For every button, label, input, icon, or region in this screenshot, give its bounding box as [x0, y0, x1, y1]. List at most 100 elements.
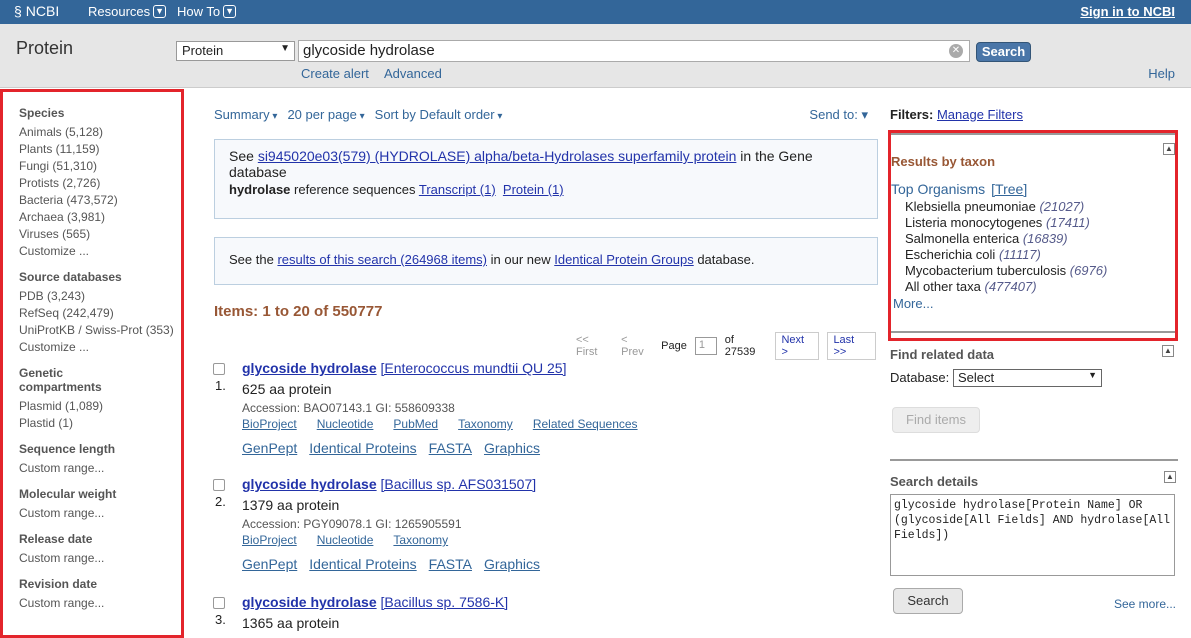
- search-input[interactable]: glycoside hydrolase ✕: [298, 40, 970, 62]
- filter-group: Genetic compartments Plasmid (1,089) Plast…: [19, 366, 181, 432]
- organism-count: (6976): [1069, 263, 1108, 278]
- help-link[interactable]: Help: [1148, 66, 1175, 81]
- filter-item[interactable]: Custom range...: [19, 595, 181, 612]
- format-link[interactable]: Identical Proteins: [309, 556, 416, 572]
- transcript-link[interactable]: Transcript (1): [419, 182, 496, 197]
- organism-item[interactable]: Listeria monocytogenes (17411): [905, 215, 1107, 231]
- filter-item[interactable]: Animals (5,128): [19, 124, 181, 141]
- result-checkbox[interactable]: [213, 479, 225, 491]
- filter-item[interactable]: Custom range...: [19, 460, 181, 477]
- collapse-icon[interactable]: ▲: [1162, 345, 1174, 357]
- related-link[interactable]: Taxonomy: [458, 417, 513, 431]
- database-select[interactable]: Protein ▼: [176, 41, 295, 61]
- result-checkbox[interactable]: [213, 363, 225, 375]
- organism-count: (477407): [984, 279, 1037, 294]
- organism-item[interactable]: Salmonella enterica (16839): [905, 231, 1107, 247]
- howto-menu[interactable]: How To ▼: [177, 4, 237, 19]
- related-link[interactable]: BioProject: [242, 417, 297, 431]
- organism-item[interactable]: Mycobacterium tuberculosis (6976): [905, 263, 1107, 279]
- clear-icon[interactable]: ✕: [949, 44, 963, 58]
- filter-group: Molecular weight Custom range...: [19, 487, 181, 522]
- filter-item[interactable]: Plastid (1): [19, 415, 181, 432]
- query-translation-textarea[interactable]: glycoside hydrolase[Protein Name] OR (gl…: [890, 494, 1175, 576]
- filter-item[interactable]: Plants (11,159): [19, 141, 181, 158]
- search-details-button[interactable]: Search: [893, 588, 963, 614]
- filter-item[interactable]: Fungi (51,310): [19, 158, 181, 175]
- resources-menu[interactable]: Resources ▼: [88, 4, 167, 19]
- organism-item[interactable]: Klebsiella pneumoniae (21027): [905, 199, 1107, 215]
- ncbi-logo[interactable]: § NCBI: [14, 3, 59, 19]
- prev-page-link[interactable]: < Prev: [621, 334, 653, 358]
- per-page-dropdown[interactable]: 20 per page: [287, 107, 364, 122]
- format-link[interactable]: Graphics: [484, 556, 540, 572]
- summary-format-dropdown[interactable]: Summary: [214, 107, 277, 122]
- ipg-database-link[interactable]: Identical Protein Groups: [554, 252, 693, 267]
- filter-item[interactable]: Archaea (3,981): [19, 209, 181, 226]
- result-number: 2.: [215, 494, 226, 509]
- filter-item[interactable]: PDB (3,243): [19, 288, 181, 305]
- identical-protein-groups-notice: See the results of this search (264968 i…: [214, 237, 878, 285]
- result-title-link[interactable]: glycoside hydrolase [Enterococcus mundti…: [242, 360, 566, 376]
- filter-group-heading: Release date: [19, 532, 93, 546]
- filter-item[interactable]: Protists (2,726): [19, 175, 181, 192]
- filter-group: Source databases PDB (3,243) RefSeq (242,4…: [19, 270, 181, 356]
- format-link[interactable]: Graphics: [484, 440, 540, 456]
- filter-group: Release date Custom range...: [19, 532, 181, 567]
- next-page-button[interactable]: Next >: [775, 332, 820, 360]
- collapse-icon[interactable]: ▲: [1163, 143, 1175, 155]
- related-link[interactable]: Taxonomy: [393, 533, 448, 547]
- result-accession: Accession: BAO07143.1 GI: 558609338: [242, 401, 455, 415]
- related-link[interactable]: PubMed: [393, 417, 438, 431]
- collapse-icon[interactable]: ▲: [1164, 471, 1176, 483]
- right-column: Filters: Manage Filters Results by taxon…: [888, 89, 1191, 638]
- format-link[interactable]: GenPept: [242, 556, 297, 572]
- filter-item[interactable]: Customize ...: [19, 339, 181, 356]
- sign-in-link[interactable]: Sign in to NCBI: [1080, 4, 1175, 19]
- filters-line: Filters: Manage Filters: [890, 107, 1023, 122]
- see-more-link[interactable]: See more...: [1114, 597, 1176, 611]
- create-alert-link[interactable]: Create alert: [301, 66, 369, 81]
- format-link[interactable]: Identical Proteins: [309, 440, 416, 456]
- related-database-select[interactable]: Select ▼: [953, 369, 1102, 387]
- filter-item[interactable]: Plasmid (1,089): [19, 398, 181, 415]
- related-heading: Find related data: [890, 347, 995, 362]
- advanced-search-link[interactable]: Advanced: [384, 66, 442, 81]
- organism-item[interactable]: Escherichia coli (11117): [905, 247, 1107, 263]
- ipg-results-link[interactable]: results of this search (264968 items): [277, 252, 487, 267]
- find-items-button[interactable]: Find items: [892, 407, 980, 433]
- filter-item[interactable]: Custom range...: [19, 550, 181, 567]
- related-link[interactable]: Nucleotide: [317, 533, 374, 547]
- display-settings: Summary 20 per page Sort by Default orde…: [214, 107, 502, 122]
- manage-filters-link[interactable]: Manage Filters: [937, 107, 1023, 122]
- tree-link[interactable]: [Tree]: [991, 181, 1027, 197]
- filter-group: Species Animals (5,128) Plants (11,159) Fun…: [19, 106, 181, 260]
- organism-count: (17411): [1045, 215, 1090, 230]
- filter-item[interactable]: Bacteria (473,572): [19, 192, 181, 209]
- filter-item[interactable]: Viruses (565): [19, 226, 181, 243]
- result-checkbox[interactable]: [213, 597, 225, 609]
- format-link[interactable]: GenPept: [242, 440, 297, 456]
- format-link[interactable]: FASTA: [429, 556, 472, 572]
- organism-name: Klebsiella pneumoniae: [905, 199, 1036, 214]
- related-link[interactable]: BioProject: [242, 533, 297, 547]
- format-link[interactable]: FASTA: [429, 440, 472, 456]
- first-page-link[interactable]: << First: [576, 334, 613, 358]
- search-button[interactable]: Search: [976, 42, 1031, 62]
- organism-item[interactable]: All other taxa (477407): [905, 279, 1107, 295]
- filter-item[interactable]: Custom range...: [19, 505, 181, 522]
- related-link[interactable]: Related Sequences: [533, 417, 638, 431]
- filter-item[interactable]: RefSeq (242,479): [19, 305, 181, 322]
- result-title-link[interactable]: glycoside hydrolase [Bacillus sp. AFS031…: [242, 476, 536, 492]
- sort-dropdown[interactable]: Sort by Default order: [375, 107, 503, 122]
- gene-record-link[interactable]: si945020e03(579) (HYDROLASE) alpha/beta-…: [258, 148, 737, 164]
- page-number-input[interactable]: 1: [694, 337, 717, 355]
- related-link[interactable]: Nucleotide: [317, 417, 374, 431]
- filter-item[interactable]: UniProtKB / Swiss-Prot (353): [19, 322, 181, 339]
- more-taxa-link[interactable]: More...: [893, 296, 933, 311]
- last-page-button[interactable]: Last >>: [827, 332, 876, 360]
- result-title-link[interactable]: glycoside hydrolase [Bacillus sp. 7586-K…: [242, 594, 508, 610]
- ncbi-top-bar: § NCBI Resources ▼ How To ▼ Sign in to NCBI: [0, 0, 1191, 24]
- filter-item[interactable]: Customize ...: [19, 243, 181, 260]
- send-to-dropdown[interactable]: Send to: ▾: [809, 107, 868, 123]
- protein-link[interactable]: Protein (1): [503, 182, 564, 197]
